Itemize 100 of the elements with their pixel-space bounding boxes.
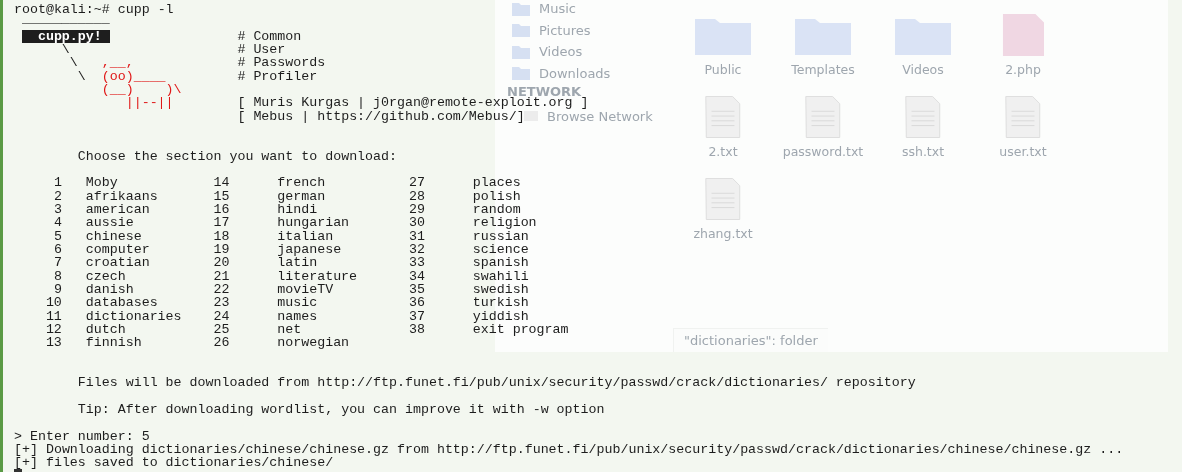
option-name: yiddish xyxy=(472,309,529,323)
option-name: science xyxy=(472,242,529,257)
option-name: databases xyxy=(85,296,158,310)
option-name: croatian xyxy=(85,256,150,270)
sidebar-item[interactable]: Videos xyxy=(539,44,583,60)
option-number: 1 xyxy=(53,176,62,190)
option-name: french xyxy=(277,176,326,190)
option-name: chinese xyxy=(85,229,142,243)
option-number: 24 xyxy=(213,309,230,323)
option-number: 37 xyxy=(408,309,425,323)
option-name: exit program xyxy=(472,322,569,337)
option-number: 5 xyxy=(53,229,62,243)
option-name: music xyxy=(277,296,318,310)
sidebar-item[interactable]: Pictures xyxy=(539,22,591,38)
option-number: 23 xyxy=(213,296,230,310)
file-item[interactable]: 2.txt xyxy=(673,96,773,174)
file-item[interactable]: Videos xyxy=(873,14,973,92)
banner-menu-line: # Passwords xyxy=(237,55,326,71)
file-item[interactable]: user.txt xyxy=(973,96,1073,174)
option-number: 16 xyxy=(213,202,230,217)
banner-menu-line: # Common xyxy=(237,28,302,44)
option-name: aussie xyxy=(85,216,134,230)
folder-icon xyxy=(511,43,531,60)
option-name: dutch xyxy=(85,322,126,337)
ascii-line-art: \ \ \ xyxy=(61,43,86,86)
option-name: finnish xyxy=(85,336,142,350)
option-number: 22 xyxy=(213,282,230,297)
file-item[interactable]: Public xyxy=(673,14,773,92)
credit-line: [ Mebus | https://github.com/Mebus/] xyxy=(237,109,525,123)
option-name: norwegian xyxy=(277,336,350,350)
option-number: 17 xyxy=(213,216,230,230)
option-number: 34 xyxy=(408,269,425,283)
option-number: 4 xyxy=(53,216,62,230)
option-number: 38 xyxy=(408,322,425,337)
file-item[interactable]: password.txt xyxy=(773,96,873,174)
option-name: religion xyxy=(472,216,537,230)
option-number: 32 xyxy=(408,242,425,257)
folder-icon xyxy=(511,0,531,17)
option-number: 8 xyxy=(53,269,62,283)
option-number: 12 xyxy=(45,322,62,337)
option-name: hungarian xyxy=(277,216,350,230)
banner-menu-line: # Profiler xyxy=(237,68,318,84)
option-name: literature xyxy=(277,269,358,283)
option-name: italian xyxy=(277,229,334,243)
option-name: afrikaans xyxy=(85,189,158,203)
sidebar-item[interactable]: Browse Network xyxy=(547,109,653,125)
option-name: places xyxy=(472,176,521,190)
file-item[interactable]: Templates xyxy=(773,14,873,92)
option-number: 25 xyxy=(213,322,230,337)
output-line: [+] Downloading dictionaries/chinese/chinese.gz from http://ftp.funet.fi/pub/unix/security/passwd/crack/dictionaries/chinese/chinese.gz ... xyxy=(14,441,1124,457)
option-number: 21 xyxy=(213,269,230,283)
option-number: 3 xyxy=(53,202,62,217)
option-number: 31 xyxy=(408,229,425,243)
option-name: czech xyxy=(85,269,126,283)
option-name: dictionaries xyxy=(85,309,182,323)
option-number: 13 xyxy=(45,336,62,350)
file-item[interactable]: 2.php xyxy=(973,14,1073,92)
option-name: danish xyxy=(85,282,134,297)
option-name: swedish xyxy=(472,282,529,297)
option-number: 2 xyxy=(53,189,62,203)
option-number: 30 xyxy=(408,216,425,230)
output-line: [+] files saved to dictionaries/chinese/ xyxy=(14,455,334,471)
banner-label: cupp.py! xyxy=(21,29,110,43)
option-name: japanese xyxy=(277,242,342,257)
status-bar: "dictionaries": folder xyxy=(673,328,828,352)
option-number: 6 xyxy=(53,242,62,257)
option-name: turkish xyxy=(472,296,529,310)
option-number: 10 xyxy=(45,296,62,310)
option-name: spanish xyxy=(472,256,529,270)
cow-ascii-art: ,__, (oo)____ (__) )\ ||--|| xyxy=(101,56,182,110)
option-name: net xyxy=(277,322,302,337)
sidebar-item[interactable]: Downloads xyxy=(539,65,611,81)
option-number: 15 xyxy=(213,189,230,203)
option-name: hindi xyxy=(277,202,318,217)
folder-icon xyxy=(511,65,531,82)
option-number: 19 xyxy=(213,242,230,257)
output-line: > Enter number: 5 xyxy=(14,428,150,444)
folder-icon xyxy=(511,22,531,39)
option-name: american xyxy=(85,202,150,217)
option-number: 26 xyxy=(213,336,230,350)
banner-menu-line: # User xyxy=(237,42,286,57)
option-name: random xyxy=(472,202,521,217)
info-line: Files will be downloaded from http://ftp.funet.fi/pub/unix/security/passwd/crack/dictionaries/ repository xyxy=(77,375,916,391)
option-name: computer xyxy=(85,242,150,257)
option-number: 18 xyxy=(213,229,230,243)
file-item[interactable]: ssh.txt xyxy=(873,96,973,174)
option-number: 33 xyxy=(408,256,425,270)
option-number: 28 xyxy=(408,189,425,203)
option-name: polish xyxy=(472,189,521,203)
file-item[interactable]: zhang.txt xyxy=(673,178,773,256)
option-name: german xyxy=(277,189,326,203)
option-number: 7 xyxy=(53,256,62,270)
sidebar-item[interactable]: Music xyxy=(539,1,576,17)
option-name: russian xyxy=(472,229,529,243)
option-number: 9 xyxy=(53,282,62,297)
option-number: 36 xyxy=(408,296,425,310)
option-name: movieTV xyxy=(277,282,334,297)
section-prompt: Choose the section you want to download: xyxy=(77,148,397,164)
option-number: 11 xyxy=(45,309,62,323)
option-number: 27 xyxy=(408,176,425,190)
